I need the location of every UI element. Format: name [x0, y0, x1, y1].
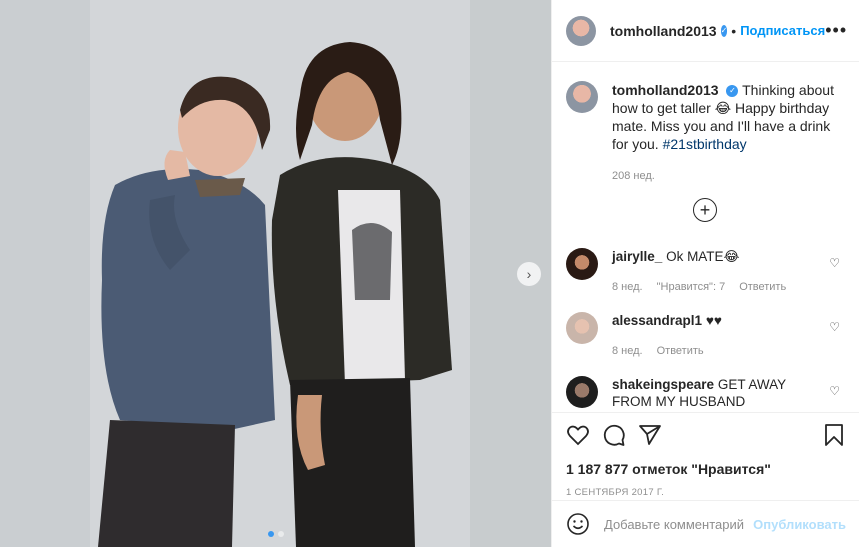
caption-hashtag[interactable]: #21stbirthday	[663, 136, 747, 152]
post-header: tomholland2013 ✓ • Подписаться •••	[552, 0, 859, 62]
commenter-avatar[interactable]	[566, 248, 598, 280]
more-options-icon[interactable]: •••	[825, 20, 847, 41]
comment-body: shakeingspeare GET AWAY FROM MY HUSBAND	[612, 376, 822, 410]
caption-text: tomholland2013 ✓ Thinking about how to g…	[612, 81, 834, 185]
comment-meta: 8 нед. Ответить	[612, 343, 822, 360]
post-date: 1 СЕНТЯБРЯ 2017 Г.	[566, 487, 665, 498]
comment-reply-button[interactable]: Ответить	[739, 279, 786, 296]
comment-likes[interactable]: "Нравится": 7	[657, 279, 726, 296]
caption-avatar[interactable]	[566, 81, 598, 113]
carousel-dots	[268, 531, 284, 537]
post-side-panel: tomholland2013 ✓ • Подписаться ••• tomho…	[551, 0, 859, 547]
author-username[interactable]: tomholland2013	[610, 23, 717, 39]
likes-count[interactable]: 1 187 877 отметок "Нравится"	[566, 461, 846, 477]
comment-body: alessandrapl1 ♥♥ 8 нед. Ответить	[612, 312, 822, 360]
comment-input[interactable]	[604, 516, 746, 532]
bookmark-icon[interactable]	[822, 423, 846, 447]
emoji-smile-icon[interactable]	[566, 512, 590, 536]
post-caption: tomholland2013 ✓ Thinking about how to g…	[552, 63, 859, 185]
comment-username[interactable]: alessandrapl1	[612, 313, 702, 328]
comment-reply-button[interactable]: Ответить	[657, 343, 704, 360]
comment-username[interactable]: jairylle_	[612, 249, 662, 264]
follow-button[interactable]: Подписаться	[740, 23, 825, 38]
photo-illustration	[0, 0, 551, 547]
commenter-avatar[interactable]	[566, 312, 598, 344]
comment-age: 8 нед.	[612, 281, 643, 293]
caption-username[interactable]: tomholland2013	[612, 82, 719, 98]
post-photo: ›	[0, 0, 551, 547]
publish-button[interactable]: Опубликовать	[753, 517, 846, 532]
comments-list[interactable]: tomholland2013 ✓ Thinking about how to g…	[552, 63, 859, 412]
comment-item: jairylle_ Ok MATE😂 8 нед. "Нравится": 7 …	[566, 248, 846, 296]
like-heart-icon[interactable]	[566, 423, 590, 447]
like-comment-heart-icon[interactable]: ♡	[829, 320, 840, 334]
like-comment-heart-icon[interactable]: ♡	[829, 256, 840, 270]
carousel-dot	[278, 531, 284, 537]
comment-username[interactable]: shakeingspeare	[612, 377, 714, 392]
carousel-dot-active	[268, 531, 274, 537]
load-more-comments-icon[interactable]: +	[693, 198, 717, 222]
add-comment-bar: Опубликовать	[552, 500, 859, 547]
comment-item: alessandrapl1 ♥♥ 8 нед. Ответить ♡	[566, 312, 846, 360]
comment-bubble-icon[interactable]	[602, 423, 626, 447]
header-separator: •	[731, 22, 737, 39]
carousel-next-button[interactable]: ›	[517, 262, 541, 286]
action-icons-row	[566, 423, 846, 447]
verified-badge-icon: ✓	[720, 24, 728, 37]
comment-body: jairylle_ Ok MATE😂 8 нед. "Нравится": 7 …	[612, 248, 822, 296]
comment-item: shakeingspeare GET AWAY FROM MY HUSBAND …	[566, 376, 846, 410]
comment-meta: 8 нед. "Нравится": 7 Ответить	[612, 279, 822, 296]
commenter-avatar[interactable]	[566, 376, 598, 408]
caption-age: 208 нед.	[612, 170, 655, 182]
comment-age: 8 нед.	[612, 345, 643, 357]
like-comment-heart-icon[interactable]: ♡	[829, 384, 840, 398]
post-actions: 1 187 877 отметок "Нравится" 1 СЕНТЯБРЯ …	[552, 412, 859, 498]
verified-badge-icon: ✓	[726, 85, 739, 98]
comment-text: Ok MATE😂	[666, 249, 740, 264]
comment-text: ♥♥	[705, 313, 722, 328]
author-avatar[interactable]	[566, 15, 596, 46]
share-send-icon[interactable]	[638, 423, 662, 447]
